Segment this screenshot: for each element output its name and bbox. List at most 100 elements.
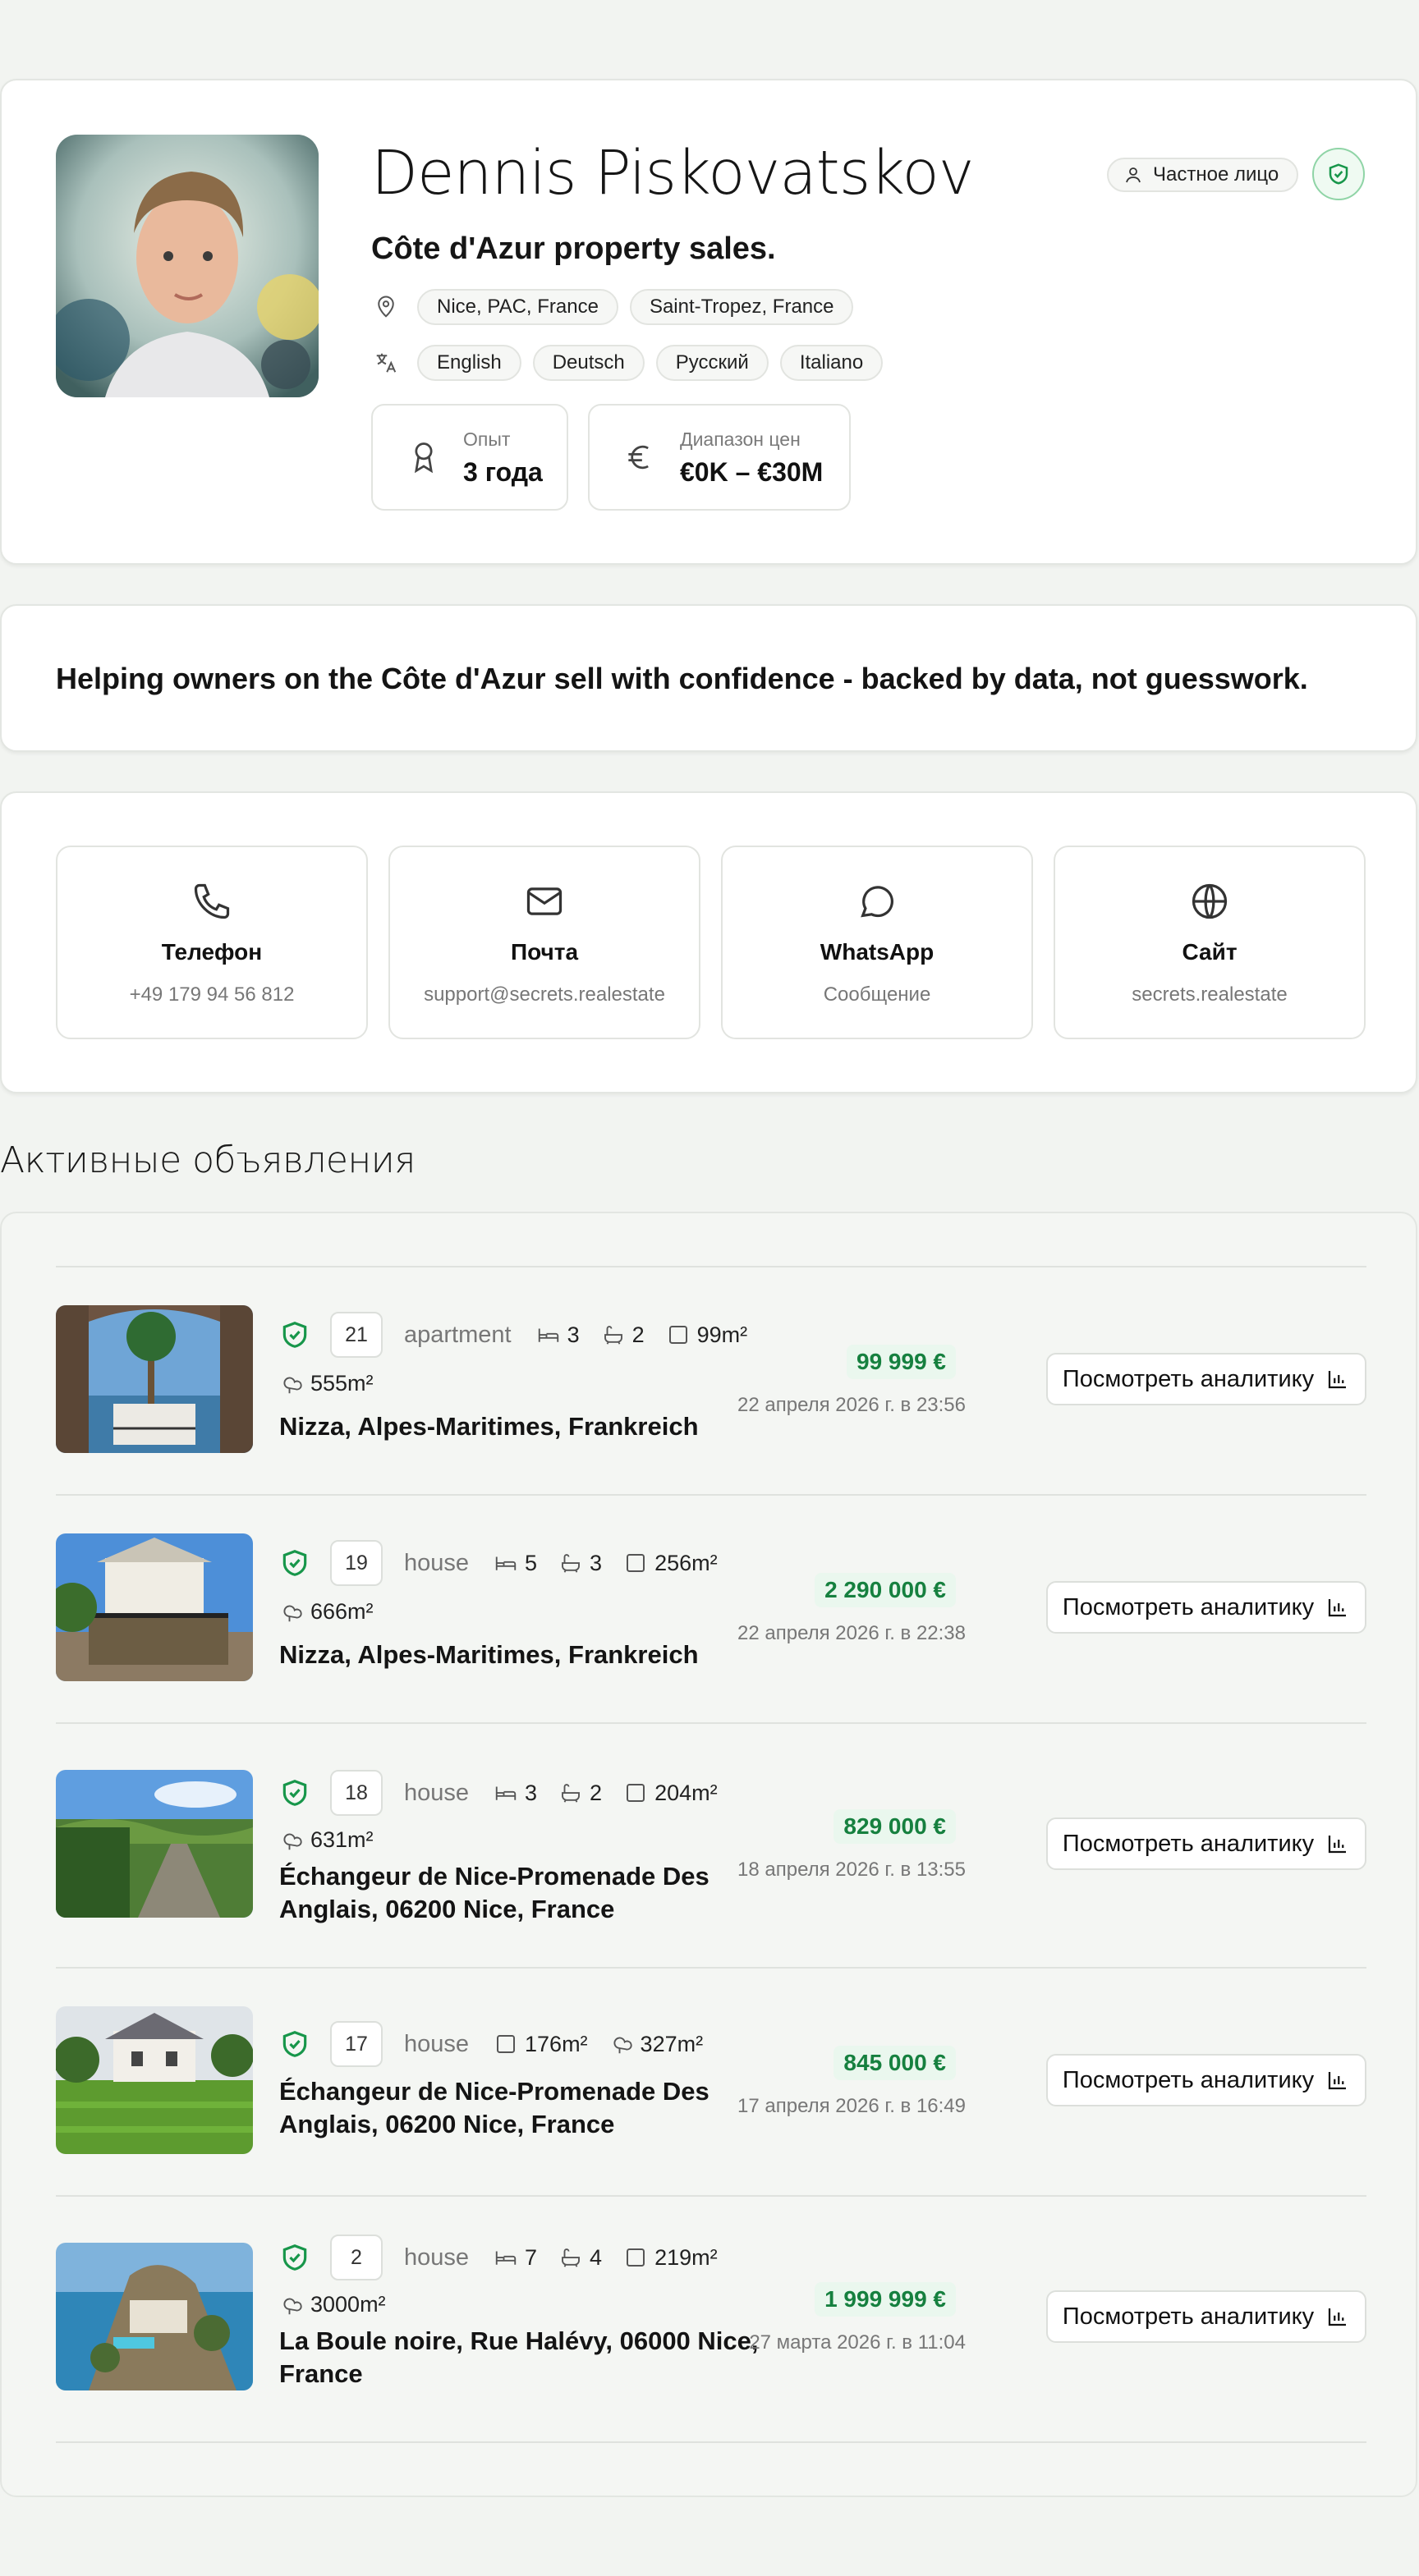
view-analytics-label: Посмотреть аналитику: [1062, 1830, 1315, 1857]
about-text: Helping owners on the Côte d'Azur sell w…: [56, 662, 1308, 695]
private-person-badge: Частное лицо: [1107, 158, 1299, 192]
contact-email[interactable]: Почта support@secrets.realestate: [388, 846, 700, 1039]
property-type: apartment: [404, 1321, 512, 1348]
experience-label: Опыт: [463, 428, 511, 450]
listing-price: 845 000 €: [833, 2046, 956, 2080]
land-area-value: 666m²: [310, 1599, 374, 1624]
view-analytics-label: Посмотреть аналитику: [1062, 1365, 1315, 1392]
listing-meta-row: 2 house 7 4 219m²: [279, 2235, 739, 2280]
land-area-value: 555m²: [310, 1371, 374, 1396]
bed-icon: [495, 1556, 517, 1570]
land-area: 327m²: [609, 2031, 704, 2057]
listing-item[interactable]: 19 house 5 3 256m² 666m² Nizza, Alpes-Ma…: [56, 1533, 1366, 1683]
listing-address: Nizza, Alpes-Maritimes, Frankreich: [279, 1640, 699, 1669]
profile-tagline: Côte d'Azur property sales.: [371, 231, 776, 266]
listing-thumbnail[interactable]: [56, 1533, 253, 1681]
living-area: 204m²: [623, 1781, 718, 1806]
property-type: house: [404, 1549, 470, 1576]
bath-icon: [562, 2248, 580, 2267]
land-area: 555m²: [279, 1371, 374, 1396]
listing-item[interactable]: 17 house 176m² 327m² Échangeur de Nice-P…: [56, 2006, 1366, 2156]
listing-address: Échangeur de Nice-Promenade Des Anglais,…: [279, 1862, 710, 1923]
property-type: house: [404, 2030, 470, 2057]
award-icon: [406, 439, 442, 475]
phone-icon: [191, 880, 233, 923]
divider: [56, 1722, 1366, 1724]
view-analytics-button[interactable]: Посмотреть аналитику: [1046, 1581, 1366, 1634]
language-chip: Русский: [655, 345, 769, 381]
tree-icon: [283, 1377, 302, 1393]
contact-phone[interactable]: Телефон +49 179 94 56 812: [56, 846, 368, 1039]
language-chip: Italiano: [779, 345, 884, 381]
view-analytics-button[interactable]: Посмотреть аналитику: [1046, 1817, 1366, 1870]
verified-shield-icon: [279, 1777, 310, 1808]
verified-shield-icon: [279, 1319, 310, 1350]
listing-photo: [56, 2006, 253, 2154]
contact-whatsapp[interactable]: WhatsApp Сообщение: [721, 846, 1033, 1039]
verified-badge[interactable]: [1312, 148, 1365, 200]
listing-meta-row: 18 house 3 2 204m²: [279, 1770, 739, 1816]
listing-photo: [56, 1533, 253, 1681]
listing-thumbnail[interactable]: [56, 1770, 253, 1918]
listing-item[interactable]: 18 house 3 2 204m² 631m² Échangeur de Ni…: [56, 1770, 1366, 1934]
profile-name: Dennis Piskovatskov: [371, 138, 975, 209]
price-range-stat: Диапазон цен €0K – €30M: [588, 404, 851, 511]
listing-thumbnail[interactable]: [56, 1305, 253, 1453]
bathrooms-count: 2: [631, 1322, 645, 1347]
about-card: Helping owners on the Côte d'Azur sell w…: [0, 604, 1417, 752]
listing-thumbnail[interactable]: [56, 2243, 253, 2390]
listing-date: 22 апреля 2026 г. в 22:38: [737, 1622, 966, 1644]
tree-icon: [283, 1833, 302, 1849]
land-area-value: 3000m²: [310, 2292, 386, 2317]
location-chip: Saint-Tropez, France: [629, 289, 854, 325]
view-analytics-button[interactable]: Посмотреть аналитику: [1046, 2054, 1366, 2106]
bath-icon: [562, 1554, 580, 1573]
divider: [56, 1494, 1366, 1496]
property-type: house: [404, 1779, 470, 1806]
price-range-value: €0K – €30M: [680, 456, 824, 487]
bar-chart-icon: [1329, 1599, 1347, 1617]
verified-shield-icon: [279, 1547, 310, 1579]
mail-icon: [523, 880, 566, 923]
listing-thumbnail[interactable]: [56, 2006, 253, 2154]
property-type: house: [404, 2244, 470, 2271]
bar-chart-icon: [1329, 1836, 1347, 1854]
living-area: 256m²: [623, 1551, 718, 1576]
listing-price: 99 999 €: [847, 1345, 956, 1379]
bedrooms: 7: [494, 2245, 537, 2271]
language-chip: English: [417, 345, 521, 381]
bar-chart-icon: [1329, 2308, 1347, 2326]
bed-icon: [495, 2251, 517, 2265]
bedrooms-count: 5: [525, 1550, 538, 1575]
view-analytics-label: Посмотреть аналитику: [1062, 2066, 1315, 2093]
bedrooms: 3: [536, 1322, 580, 1348]
listing-date: 17 апреля 2026 г. в 16:49: [737, 2095, 966, 2117]
listing-item[interactable]: 2 house 7 4 219m² 3000m² La Boule noire,…: [56, 2235, 1366, 2407]
living-area-value: 204m²: [654, 1780, 718, 1805]
listing-address: Échangeur de Nice-Promenade Des Anglais,…: [279, 2077, 710, 2138]
bed-icon: [495, 1786, 517, 1800]
shield-check-icon: [1329, 163, 1348, 185]
view-analytics-label: Посмотреть аналитику: [1062, 1593, 1315, 1620]
contact-subtitle: +49 179 94 56 812: [129, 983, 295, 1006]
land-area-value: 327m²: [640, 2031, 704, 2056]
listing-photo: [56, 1305, 253, 1453]
living-area-value: 176m²: [525, 2031, 588, 2056]
contact-subtitle: support@secrets.realestate: [424, 983, 665, 1006]
view-analytics-button[interactable]: Посмотреть аналитику: [1046, 2290, 1366, 2343]
contact-title: Почта: [510, 939, 579, 965]
view-analytics-button[interactable]: Посмотреть аналитику: [1046, 1353, 1366, 1405]
divider: [56, 2441, 1366, 2443]
experience-value: 3 года: [463, 456, 543, 487]
living-area: 176m²: [494, 2032, 588, 2057]
listing-item[interactable]: 21 apartment 3 2 99m² 555m² Nizza, Alpes…: [56, 1305, 1366, 1455]
location-chip: Nice, PAC, France: [417, 289, 618, 325]
tree-icon: [283, 1605, 302, 1621]
area-square-icon: [668, 1326, 687, 1344]
bathrooms: 2: [558, 1781, 602, 1806]
listing-number: 17: [330, 2021, 383, 2067]
listings-section-title: Активные объявления: [0, 1139, 416, 1181]
area-square-icon: [627, 1784, 645, 1802]
contact-website[interactable]: Сайт secrets.realestate: [1054, 846, 1366, 1039]
listing-price: 829 000 €: [833, 1809, 956, 1844]
